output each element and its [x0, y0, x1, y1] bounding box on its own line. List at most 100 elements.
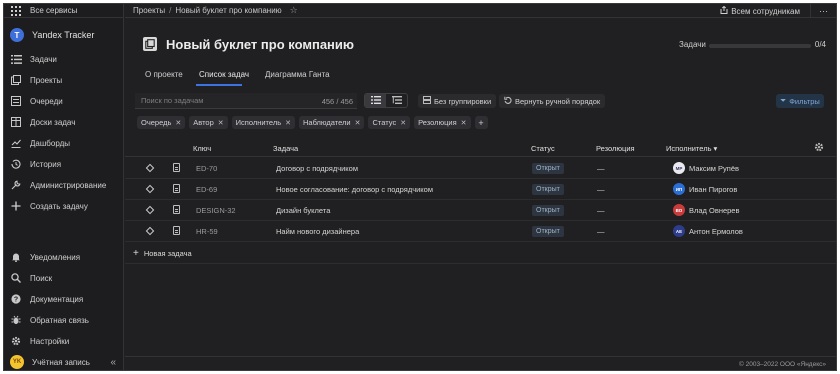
task-summary[interactable]: Новое согласование: договор с подрядчико… — [276, 185, 433, 194]
grid-icon — [10, 5, 22, 17]
column-status[interactable]: Статус — [531, 144, 555, 153]
reset-order-button[interactable]: Вернуть ручной порядок — [499, 94, 606, 108]
remove-chip-icon[interactable]: ✕ — [400, 119, 406, 127]
resolution: — — [597, 227, 605, 236]
bell-icon — [10, 251, 22, 263]
tree-view-button[interactable] — [386, 94, 407, 107]
active-tab-indicator — [196, 84, 242, 86]
filter-chips: Очередь ✕ Автор ✕ Исполнитель ✕ Наблюдатели… — [137, 116, 492, 129]
column-task[interactable]: Задача — [273, 144, 298, 153]
table-row[interactable]: DESIGN-32 Дизайн буклета Открыт — ВО Вла… — [125, 200, 836, 221]
remove-chip-icon[interactable]: ✕ — [218, 119, 224, 127]
task-key[interactable]: ED-70 — [196, 164, 217, 173]
grouping-icon — [423, 96, 431, 106]
task-key[interactable]: ED-69 — [196, 185, 217, 194]
sidebar-item-label: Настройки — [30, 336, 70, 346]
column-key[interactable]: Ключ — [193, 144, 211, 153]
filter-chip-status[interactable]: Статус ✕ — [368, 116, 411, 129]
filter-chip-queue[interactable]: Очередь ✕ — [137, 116, 186, 129]
filter-chip-author[interactable]: Автор ✕ — [189, 116, 228, 129]
more-menu-button[interactable]: ··· — [810, 4, 836, 18]
sidebar-item-label: Документация — [30, 294, 84, 304]
priority-icon — [145, 205, 155, 215]
task-summary[interactable]: Дизайн буклета — [276, 206, 330, 215]
remove-chip-icon[interactable]: ✕ — [175, 119, 181, 127]
breadcrumb-projects[interactable]: Проекты — [133, 6, 165, 15]
brand[interactable]: T Yandex Tracker — [4, 24, 124, 46]
chip-label: Наблюдатели — [303, 118, 351, 127]
remove-chip-icon[interactable]: ✕ — [461, 119, 467, 127]
list-icon — [10, 53, 22, 65]
tab-about[interactable]: О проекте — [145, 70, 183, 79]
task-search-input[interactable]: Поиск по задачам 456 / 456 — [135, 93, 357, 109]
search-icon — [10, 272, 22, 284]
assignee[interactable]: ИП Иван Пирогов — [673, 183, 737, 195]
assignee[interactable]: ВО Влад Овнерев — [673, 204, 739, 216]
assignee[interactable]: АЕ Антон Ермолов — [673, 225, 743, 237]
sidebar-item-notifications[interactable]: Уведомления — [4, 247, 124, 267]
chip-label: Очередь — [141, 118, 172, 127]
task-key[interactable]: HR-59 — [196, 227, 218, 236]
new-task-button[interactable]: + Новая задача — [125, 243, 836, 264]
sidebar-item-feedback[interactable]: Обратная связь — [4, 310, 124, 330]
star-icon[interactable]: ☆ — [290, 5, 298, 16]
project-icon — [143, 37, 157, 51]
table-row[interactable]: ED-69 Новое согласование: договор с подр… — [125, 179, 836, 200]
sidebar-item-dashboards[interactable]: Дашборды — [4, 133, 124, 153]
remove-chip-icon[interactable]: ✕ — [355, 119, 361, 127]
undo-icon — [504, 96, 512, 106]
brand-name: Yandex Tracker — [32, 30, 95, 40]
gear-icon — [10, 335, 22, 347]
avatar: ВО — [673, 204, 685, 216]
add-filter-button[interactable]: + — [474, 116, 488, 129]
plus-icon — [10, 200, 22, 212]
footer-copyright: © 2003–2022 ООО «Яндекс» — [125, 356, 836, 370]
filter-chip-assignee[interactable]: Исполнитель ✕ — [231, 116, 295, 129]
filter-chip-resolution[interactable]: Резолюция ✕ — [414, 116, 471, 129]
table-row[interactable]: HR-59 Найм нового дизайнера Открыт — АЕ … — [125, 221, 836, 242]
filter-chip-followers[interactable]: Наблюдатели ✕ — [299, 116, 365, 129]
collapse-sidebar-icon[interactable]: « — [110, 357, 116, 368]
table-settings-icon[interactable] — [814, 142, 824, 155]
chart-icon — [10, 137, 22, 149]
table-row[interactable]: ED-70 Договор с подрядчиком Открыт — МР … — [125, 158, 836, 179]
sidebar-item-admin[interactable]: Администрирование — [4, 175, 124, 195]
sidebar-item-account[interactable]: YK Учётная запись « — [4, 352, 124, 370]
task-key[interactable]: DESIGN-32 — [196, 206, 236, 215]
status-badge: Открыт — [532, 163, 564, 174]
assignee-name: Антон Ермолов — [689, 226, 743, 236]
filters-button[interactable]: ⏷ Фильтры — [776, 94, 824, 108]
reset-order-label: Вернуть ручной порядок — [515, 96, 601, 106]
column-resolution[interactable]: Резолюция — [596, 144, 635, 153]
share-all-staff-button[interactable]: Всем сотрудникам — [720, 5, 800, 17]
sidebar-item-settings[interactable]: Настройки — [4, 331, 124, 351]
app-window: Все сервисы T Yandex Tracker Задачи Прое… — [3, 3, 837, 371]
create-task-button[interactable]: Создать задачу — [4, 196, 124, 216]
avatar: ИП — [673, 183, 685, 195]
search-result-count: 456 / 456 — [321, 97, 353, 106]
sidebar-item-boards[interactable]: Доски задач — [4, 112, 124, 132]
sidebar-item-label: Администрирование — [30, 180, 107, 190]
sidebar-item-queues[interactable]: Очереди — [4, 91, 124, 111]
column-assignee[interactable]: Исполнитель ▾ — [666, 144, 717, 153]
all-services-button[interactable]: Все сервисы — [4, 4, 124, 18]
grouping-button[interactable]: Без группировки — [418, 94, 497, 108]
task-summary[interactable]: Найм нового дизайнера — [276, 227, 359, 236]
sidebar-item-docs[interactable]: ? Документация — [4, 289, 124, 309]
sidebar-item-label: Уведомления — [30, 252, 81, 262]
task-summary[interactable]: Договор с подрядчиком — [276, 164, 358, 173]
svg-text:?: ? — [14, 297, 18, 304]
sidebar-item-search[interactable]: Поиск — [4, 268, 124, 288]
chip-label: Автор — [193, 118, 214, 127]
assignee[interactable]: МР Максим Рупёв — [673, 162, 739, 174]
list-view-button[interactable] — [365, 94, 386, 107]
tab-task-list[interactable]: Список задач — [199, 70, 249, 79]
sidebar-item-tasks[interactable]: Задачи — [4, 49, 124, 69]
sidebar-item-history[interactable]: История — [4, 154, 124, 174]
assignee-name: Максим Рупёв — [689, 163, 740, 173]
sidebar-item-projects[interactable]: Проекты — [4, 70, 124, 90]
remove-chip-icon[interactable]: ✕ — [285, 119, 291, 127]
tab-gantt[interactable]: Диаграмма Ганта — [265, 70, 330, 79]
wrench-icon — [10, 179, 22, 191]
table-header: Ключ Задача Статус Резолюция Исполнитель… — [125, 140, 836, 157]
